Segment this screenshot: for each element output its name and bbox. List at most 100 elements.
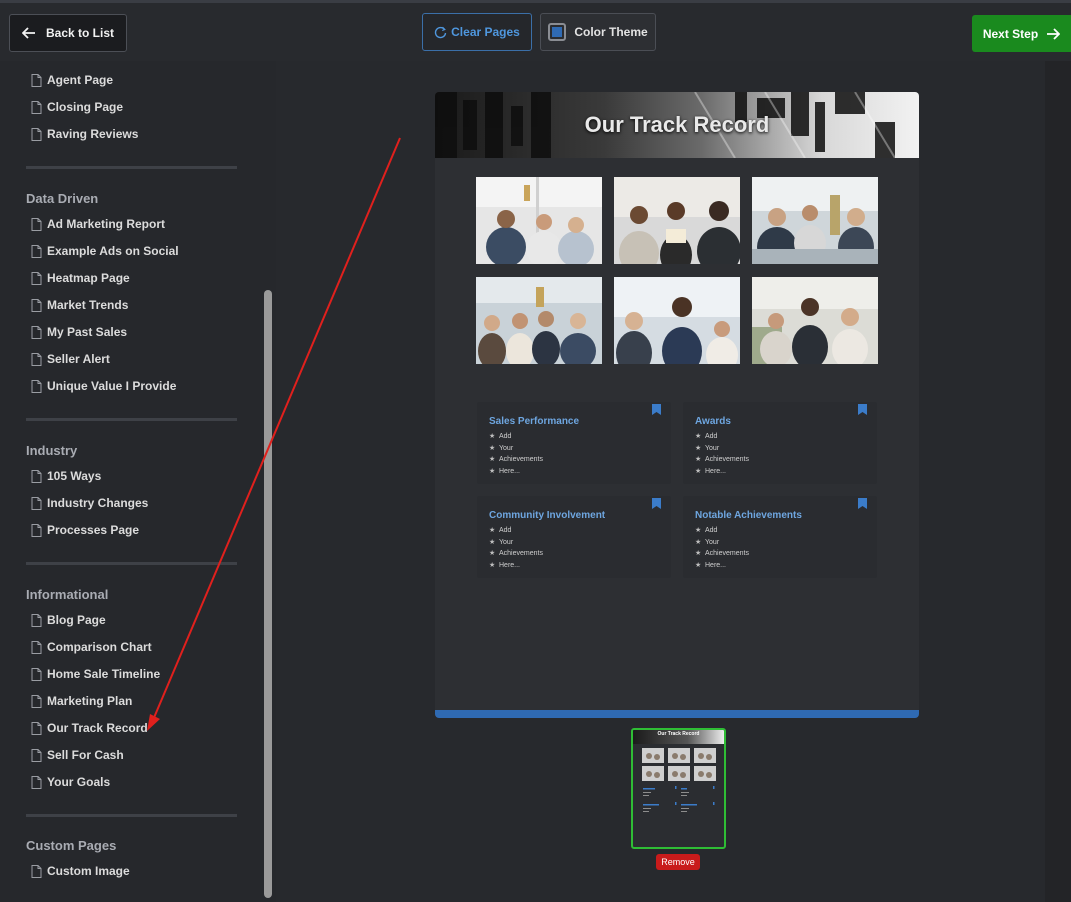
card-list-item: ★ Add [695,527,718,534]
sidebar-item-sell-for-cash[interactable]: Sell For Cash [31,746,124,764]
sidebar-item-label: Raving Reviews [47,127,139,141]
refresh-icon [434,26,447,38]
arrow-right-icon [1047,27,1061,40]
sidebar-item-label: Our Track Record [47,721,148,735]
document-icon [31,469,42,483]
document-icon [31,694,42,708]
sidebar-scrollbar-thumb[interactable] [264,290,272,898]
page-preview: Our Track Record Sales Performance ★ Add … [435,92,919,718]
document-icon [31,379,42,393]
card-list-item: ★ Here... [489,467,521,475]
card-list: ★ Add ★ Your ★ Achievements ★ Here... [695,525,749,571]
achievement-card: Notable Achievements ★ Add ★ Your ★ Achieve… [683,496,877,578]
card-title: Sales Performance [489,416,580,427]
card-title: Community Involvement [489,510,606,521]
document-icon [31,244,42,258]
color-theme-button[interactable]: Color Theme [540,13,656,51]
sidebar-item-my-past-sales[interactable]: My Past Sales [31,323,127,341]
achievement-card: Awards ★ Add ★ Your ★ Achievements ★ Here... [683,402,877,484]
sidebar-item-processes-page[interactable]: Processes Page [31,521,139,539]
sidebar-item-label: Marketing Plan [47,694,133,708]
clear-pages-label: Clear Pages [451,25,520,39]
document-icon [31,640,42,654]
document-icon [31,496,42,510]
category-title-data-driven: Data Driven [26,191,99,206]
sidebar-item-ad-marketing-report[interactable]: Ad Marketing Report [31,215,165,233]
team-photo [476,277,602,364]
team-photo [614,277,740,364]
preview-accent-bar [435,710,919,718]
card-list: ★ Add ★ Your ★ Achievements ★ Here... [695,431,749,477]
achievement-card: Community Involvement ★ Add ★ Your ★ Achiev… [477,496,671,578]
remove-page-button[interactable]: Remove [656,854,700,870]
document-icon [31,613,42,627]
sidebar-item-marketing-plan[interactable]: Marketing Plan [31,692,132,710]
card-list: ★ Add ★ Your ★ Achievements ★ Here... [489,431,543,477]
document-icon [31,748,42,762]
team-photo [752,277,878,364]
document-icon [31,271,42,285]
sidebar-item-label: Unique Value I Provide [47,379,177,393]
thumbnail-title: Our Track Record [657,731,700,737]
clear-pages-button[interactable]: Clear Pages [422,13,532,51]
sidebar-item-industry-changes[interactable]: Industry Changes [31,494,148,512]
hero-banner: Our Track Record [435,92,919,158]
sidebar-item-label: Closing Page [47,100,124,114]
sidebar-item-label: Custom Image [47,864,130,878]
sidebar-item-example-ads-on-social[interactable]: Example Ads on Social [31,242,179,260]
bookmark-icon [652,498,661,509]
sidebar-item-seller-alert[interactable]: Seller Alert [31,350,110,368]
color-swatch-icon [548,23,567,41]
sidebar-item-custom-image[interactable]: Custom Image [31,862,130,880]
arrow-left-icon [21,27,35,39]
next-step-label: Next Step [982,26,1039,41]
back-to-list-button[interactable]: Back to List [9,14,127,52]
card-list-item: ★ Achievements [489,550,543,558]
team-photo [476,177,602,264]
sidebar-item-label: Your Goals [47,775,111,789]
sidebar-item-label: Market Trends [47,298,129,312]
sidebar-item-unique-value[interactable]: Unique Value I Provide [31,377,176,395]
section-divider [26,418,237,421]
document-icon [31,864,42,878]
sidebar-item-raving-reviews[interactable]: Raving Reviews [31,125,138,143]
preview-title: Our Track Record [584,112,770,137]
page-thumbnail[interactable]: Our Track Record [631,728,726,849]
sidebar-item-agent-page[interactable]: Agent Page [31,71,113,89]
achievement-card: Sales Performance ★ Add ★ Your ★ Achievemen… [477,402,671,484]
document-icon [31,667,42,681]
sidebar-item-label: Seller Alert [47,352,110,366]
document-icon [31,217,42,231]
team-photo [752,177,878,264]
document-icon [31,775,42,789]
document-icon [31,298,42,312]
sidebar-item-home-sale-timeline[interactable]: Home Sale Timeline [31,665,160,683]
sidebar-item-comparison-chart[interactable]: Comparison Chart [31,638,152,656]
card-list-item: ★ Achievements [695,550,749,558]
sidebar-item-105-ways[interactable]: 105 Ways [31,467,101,485]
sidebar-item-blog-page[interactable]: Blog Page [31,611,106,629]
thumbnail-preview-image [633,730,724,812]
next-step-button[interactable]: Next Step [972,15,1071,52]
card-list-item: ★ Your [489,538,514,546]
document-icon [31,325,42,339]
card-list-item: ★ Here... [695,467,727,475]
card-title: Notable Achievements [695,510,802,521]
bookmark-icon [858,498,867,509]
right-gutter [1045,61,1071,902]
sidebar-item-closing-page[interactable]: Closing Page [31,98,123,116]
document-icon [31,523,42,537]
category-title-custom-pages: Custom Pages [26,838,117,853]
sidebar-item-market-trends[interactable]: Market Trends [31,296,128,314]
sidebar-item-your-goals[interactable]: Your Goals [31,773,110,791]
category-title-informational: Informational [26,587,109,602]
card-list-item: ★ Your [489,444,514,452]
sidebar-item-label: Example Ads on Social [47,244,179,258]
sidebar-item-heatmap-page[interactable]: Heatmap Page [31,269,130,287]
card-list-item: ★ Here... [489,561,521,569]
back-to-list-label: Back to List [45,26,114,40]
sidebar-item-label: Agent Page [47,73,114,87]
card-list-item: ★ Achievements [695,456,749,464]
sidebar-item-label: Ad Marketing Report [47,217,166,231]
sidebar-item-our-track-record[interactable]: Our Track Record [31,719,148,737]
